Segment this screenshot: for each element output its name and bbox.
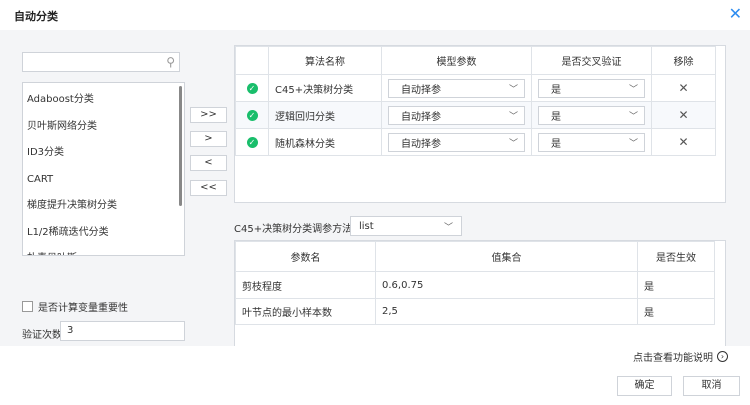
chevron-down-icon: ﹀ <box>628 138 638 149</box>
list-item[interactable]: ID3分类 <box>23 140 184 167</box>
tuning-method-select[interactable]: list ﹀ <box>350 216 462 236</box>
chevron-down-icon: ﹀ <box>508 84 518 95</box>
table-row: ✓ C45+决策树分类 自动择参 ﹀ 是 ﹀ ✕ <box>235 74 716 102</box>
selected-algorithms-table: 算法名称 模型参数 是否交叉验证 移除 ✓ C45+决策树分类 自动择参 ﹀ 是 ﹀ ✕ … <box>234 45 726 203</box>
select-value: list <box>359 220 374 232</box>
select-value: 是 <box>551 111 561 123</box>
chevron-down-icon: ﹀ <box>508 138 518 149</box>
check-circle-icon: ✓ <box>246 109 258 121</box>
table-row: 叶节点的最小样本数 2,5 是 <box>235 298 715 325</box>
check-circle-icon: ✓ <box>246 82 258 94</box>
header-model-params: 模型参数 <box>381 46 532 75</box>
select-value: 自动择参 <box>401 111 441 123</box>
cv-select[interactable]: 是 ﹀ <box>538 78 645 98</box>
remove-button[interactable]: < <box>190 155 227 171</box>
algorithm-list[interactable]: Adaboost分类 贝叶斯网络分类 ID3分类 CART 梯度提升决策树分类 … <box>22 82 185 256</box>
cv-select[interactable]: 是 ﹀ <box>538 132 645 152</box>
header-remove: 移除 <box>651 46 716 75</box>
dialog-title: 自动分类 <box>14 10 58 23</box>
algorithm-name: 逻辑回归分类 <box>268 101 382 129</box>
help-link[interactable]: 点击查看功能说明 › <box>633 349 728 364</box>
remove-icon[interactable]: ✕ <box>651 128 716 156</box>
chevron-right-circle-icon: › <box>717 351 728 362</box>
param-values[interactable]: 2,5 <box>375 298 638 325</box>
param-name: 剪枝程度 <box>235 271 376 299</box>
search-icon: ⚲ <box>166 55 175 69</box>
model-param-select[interactable]: 自动择参 ﹀ <box>388 132 525 152</box>
check-circle-icon: ✓ <box>246 136 258 148</box>
remove-icon[interactable]: ✕ <box>651 74 716 102</box>
tuning-method-label: C45+决策树分类调参方法 <box>234 224 353 235</box>
param-active[interactable]: 是 <box>637 271 715 299</box>
add-button[interactable]: > <box>190 131 227 147</box>
chevron-down-icon: ﹀ <box>628 84 638 95</box>
close-icon[interactable]: ✕ <box>729 4 742 23</box>
model-param-select[interactable]: 自动择参 ﹀ <box>388 78 525 98</box>
cancel-button[interactable]: 取消 <box>683 376 740 396</box>
help-link-text: 点击查看功能说明 <box>633 353 713 364</box>
add-all-button[interactable]: >> <box>190 107 227 123</box>
table-row: ✓ 随机森林分类 自动择参 ﹀ 是 ﹀ ✕ <box>235 128 716 156</box>
chevron-down-icon: ﹀ <box>443 222 453 233</box>
model-param-select[interactable]: 自动择参 ﹀ <box>388 105 525 125</box>
header-value-set: 值集合 <box>375 241 638 272</box>
cv-count-label: 验证次数 <box>22 330 62 341</box>
list-item[interactable]: CART <box>23 167 184 194</box>
cv-count-input[interactable]: 3 <box>60 321 185 341</box>
param-values[interactable]: 0.6,0.75 <box>375 271 638 299</box>
header-param-name: 参数名 <box>235 241 376 272</box>
header-cross-validation: 是否交叉验证 <box>531 46 652 75</box>
list-item[interactable]: 梯度提升决策树分类 <box>23 193 184 220</box>
select-value: 自动择参 <box>401 138 441 150</box>
param-table: 参数名 值集合 是否生效 剪枝程度 0.6,0.75 是 叶节点的最小样本数 2,5 是 <box>234 240 726 346</box>
chevron-down-icon: ﹀ <box>628 111 638 122</box>
list-item[interactable]: 贝叶斯网络分类 <box>23 114 184 141</box>
algorithm-search-input[interactable]: ⚲ <box>22 52 180 72</box>
remove-all-button[interactable]: << <box>190 180 227 196</box>
param-active[interactable]: 是 <box>637 298 715 325</box>
list-item[interactable]: Adaboost分类 <box>23 87 184 114</box>
algorithm-name: 随机森林分类 <box>268 128 382 156</box>
algorithm-name: C45+决策树分类 <box>268 74 382 102</box>
header-algorithm-name: 算法名称 <box>268 46 382 75</box>
importance-label: 是否计算变量重要性 <box>38 303 128 314</box>
select-value: 是 <box>551 138 561 150</box>
list-scrollbar[interactable] <box>179 86 182 206</box>
header-active: 是否生效 <box>637 241 715 272</box>
importance-checkbox[interactable] <box>22 301 33 312</box>
select-value: 自动择参 <box>401 84 441 96</box>
table-row: ✓ 逻辑回归分类 自动择参 ﹀ 是 ﹀ ✕ <box>235 101 716 129</box>
list-item[interactable]: 朴素贝叶斯 <box>23 246 184 255</box>
ok-button[interactable]: 确定 <box>617 376 672 396</box>
param-name: 叶节点的最小样本数 <box>235 298 376 325</box>
list-item[interactable]: L1/2稀疏迭代分类 <box>23 220 184 247</box>
select-value: 是 <box>551 84 561 96</box>
chevron-down-icon: ﹀ <box>508 111 518 122</box>
table-row: 剪枝程度 0.6,0.75 是 <box>235 271 715 299</box>
remove-icon[interactable]: ✕ <box>651 101 716 129</box>
cv-select[interactable]: 是 ﹀ <box>538 105 645 125</box>
